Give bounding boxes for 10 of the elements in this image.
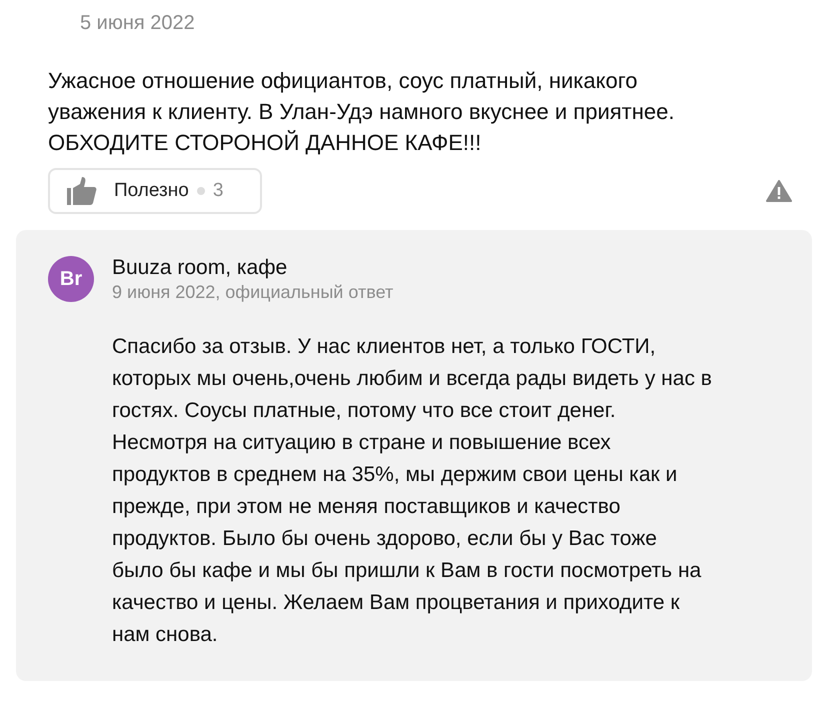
- reply-date: 9 июня 2022, официальный ответ: [112, 282, 394, 303]
- review-text: Ужасное отношение официантов, соус платный, никакого уважения к клиенту. В Улан-Удэ намного вкуснее и приятнее. ОБХОДИТЕ СТОРОНОЙ ДАННОЕ КАФЕ!!!: [48, 67, 676, 157]
- thumbs-up-icon: [66, 176, 98, 206]
- separator-dot: [196, 187, 205, 195]
- warning-icon[interactable]: [766, 180, 792, 202]
- reply-text: Спасибо за отзыв. У нас клиентов нет, а только ГОСТИ, которых мы очень,очень любим и всегда рады видеть у нас в гостях. Соусы платные, потому что все стоит денег. Несмотря на ситуацию в стране и повышение всех продуктов в среднем на 35%, мы держим свои цены как и прежде, при этом не меняя поставщиков и качество продуктов. Было бы очень здорово, если бы у Вас тоже было бы кафе и мы бы пришли к Вам в гости посмотреть на качество и цены. Желаем Вам процветания и приходите к нам снова.: [112, 334, 712, 648]
- helpful-button[interactable]: Полезно 3: [48, 168, 262, 214]
- review-date: 5 июня 2022: [80, 12, 196, 35]
- business-name: Buuza room, кафе: [112, 256, 288, 280]
- avatar: Br: [48, 256, 94, 302]
